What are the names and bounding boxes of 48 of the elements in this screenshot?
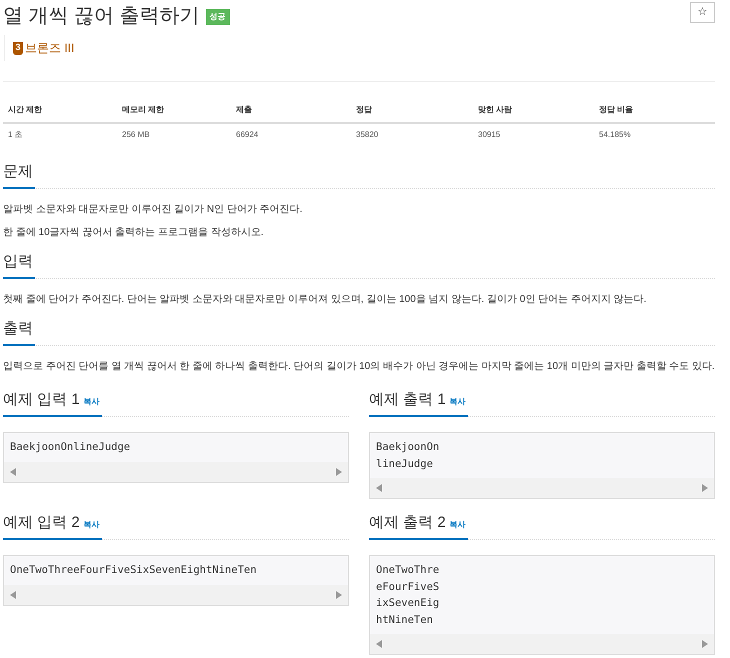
status-badge: 성공 [206,9,230,25]
tier-link[interactable]: 브론즈 III [25,39,74,57]
table-cell: 1 초 [8,130,23,139]
column-header: 맞힌 사람 [478,105,512,114]
horizontal-scrollbar[interactable] [4,584,348,604]
table-cell: 30915 [478,130,500,139]
scroll-right-icon[interactable] [702,484,708,492]
column-header: 정답 비율 [599,105,634,114]
horizontal-scrollbar[interactable] [4,462,348,482]
paragraph: 한 줄에 10글자씩 끊어서 출력하는 프로그램을 작성하시오. [3,226,265,240]
horizontal-scrollbar[interactable] [370,634,714,654]
scroll-right-icon[interactable] [336,468,342,476]
favorite-button[interactable]: ☆ [690,2,715,23]
column-header: 시간 제한 [8,105,42,114]
section-heading: 문제 [3,162,33,182]
column-header: 제출 [236,105,252,114]
copy-link[interactable]: 복사 [84,519,100,531]
copy-link[interactable]: 복사 [450,519,466,531]
scroll-right-icon[interactable] [702,640,708,648]
copy-link[interactable]: 복사 [450,396,466,408]
section-heading: 예제 출력 2 [369,513,446,533]
section-heading: 예제 출력 1 [369,390,446,410]
paragraph: 첫째 줄에 단어가 주어진다. 단어는 알파벳 소문자와 대문자로만 이루어져 있으며, 길이는 100을 넘지 않는다. 길이가 0인 단어는 주어지지 않는다. [3,293,648,307]
tier-icon: 3 [13,42,23,54]
copy-link[interactable]: 복사 [84,396,100,408]
code-text: OneTwoThreeFourFiveSixSevenEightNineTen [10,564,257,576]
section-heading: 입력 [3,252,33,272]
code-text: BaekjoonOn lineJudge [376,441,440,470]
scroll-left-icon[interactable] [376,484,382,492]
horizontal-scrollbar[interactable] [370,478,714,498]
section-heading: 예제 입력 2 [3,513,80,533]
scroll-left-icon[interactable] [376,640,382,648]
column-header: 메모리 제한 [122,105,164,114]
section-heading: 출력 [3,319,33,339]
scroll-left-icon[interactable] [10,468,16,476]
code-text: BaekjoonOnlineJudge [10,441,130,453]
scroll-left-icon[interactable] [10,590,16,598]
paragraph: 알파벳 소문자와 대문자로만 이루어진 길이가 N인 단어가 주어진다. [3,203,304,217]
problem-title: 열 개씩 끊어 출력하기 [3,4,200,29]
table-cell: 256 MB [122,130,150,139]
column-header: 정답 [356,105,372,114]
section-heading: 예제 입력 1 [3,390,80,410]
code-text: OneTwoThre eFourFiveS ixSevenEig htNineTen [376,564,440,626]
table-cell: 54.185% [599,130,631,139]
paragraph: 입력으로 주어진 단어를 열 개씩 끊어서 한 줄에 하나씩 출력한다. 단어의 길이가 10의 배수가 아닌 경우에는 마지막 줄에는 10개 미만의 글자만 출력할 수도 있다. [3,360,715,374]
scroll-right-icon[interactable] [336,590,342,598]
table-cell: 35820 [356,130,378,139]
table-cell: 66924 [236,130,258,139]
